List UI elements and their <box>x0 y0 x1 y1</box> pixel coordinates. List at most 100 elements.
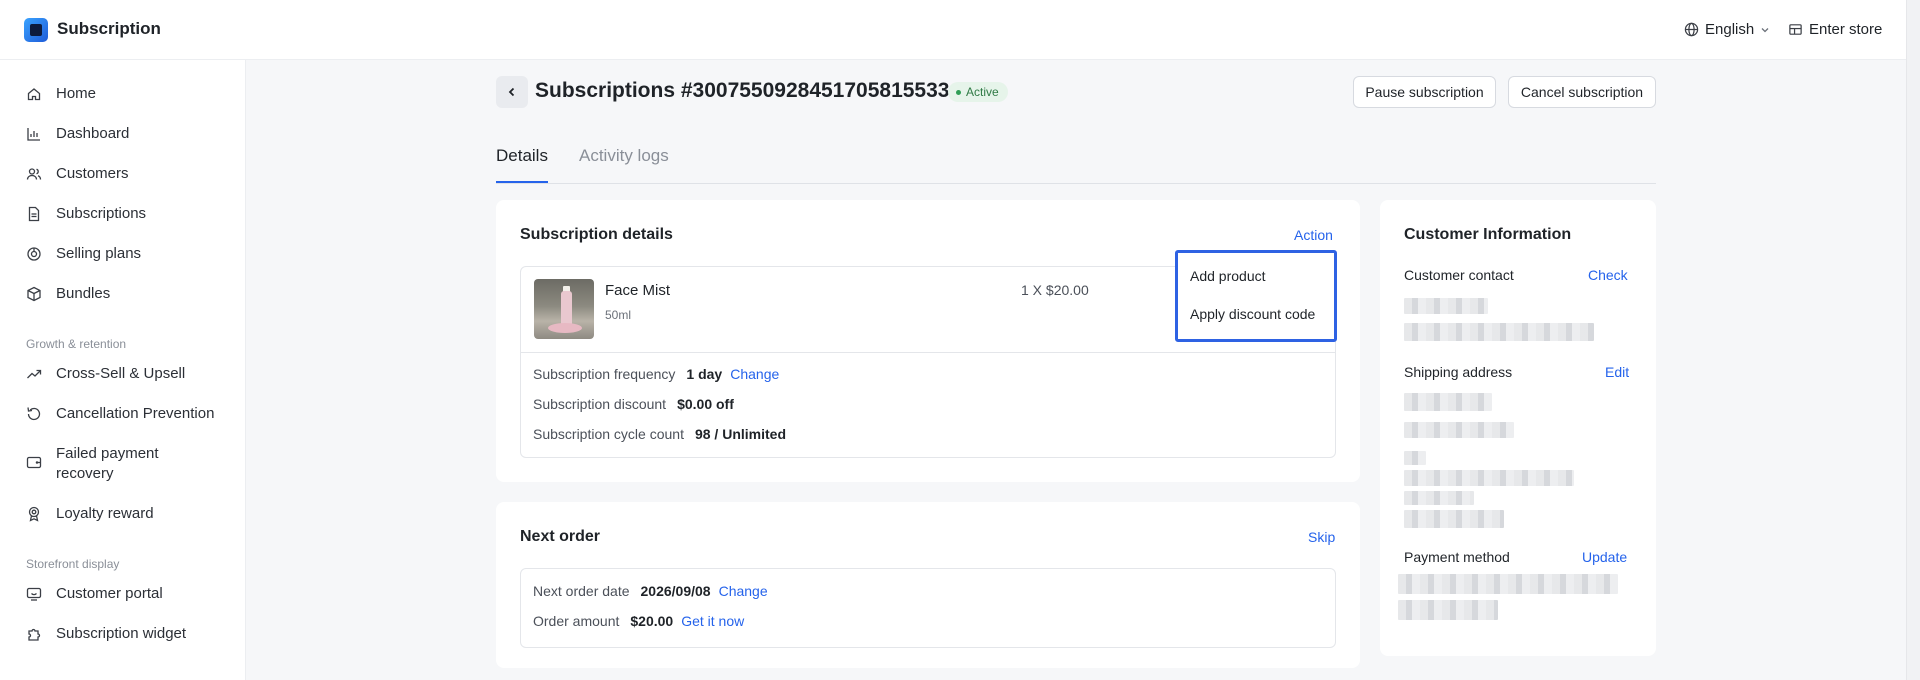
language-selector[interactable]: English <box>1684 21 1770 38</box>
action-link[interactable]: Action <box>1294 227 1333 243</box>
edit-link[interactable]: Edit <box>1605 364 1629 380</box>
divider <box>521 352 1335 353</box>
payment-method-label: Payment method <box>1404 549 1510 565</box>
status-dot <box>956 89 961 95</box>
sidebar-section-storefront: Storefront display <box>26 557 120 571</box>
document-icon <box>28 206 40 222</box>
sidebar-item-label: Customers <box>56 165 129 182</box>
next-order-date-label: Next order date <box>533 583 630 599</box>
product-image <box>534 279 594 339</box>
sidebar-item-subscription-widget[interactable]: Subscription widget <box>26 624 186 644</box>
order-amount-row: Order amount $20.00 Get it now <box>533 613 744 629</box>
menu-item-add-product[interactable]: Add product <box>1190 268 1266 284</box>
cycle-label: Subscription cycle count <box>533 426 684 442</box>
order-amount-value: $20.00 <box>630 613 674 629</box>
tab-activity-logs[interactable]: Activity logs <box>579 146 669 166</box>
chevron-down-icon <box>1761 27 1769 32</box>
redacted-address-line <box>1404 491 1474 505</box>
discount-label: Subscription discount <box>533 396 667 412</box>
sidebar-item-home[interactable]: Home <box>26 84 96 104</box>
page-title: Subscriptions #3007550928451705815533 <box>535 79 950 102</box>
back-button[interactable] <box>496 76 528 108</box>
redacted-address-line <box>1404 451 1426 465</box>
sidebar-item-label: Home <box>56 85 97 102</box>
discount-row: Subscription discount $0.00 off <box>533 396 734 412</box>
sidebar-item-label: Subscriptions <box>56 205 147 222</box>
next-order-date-row: Next order date 2026/09/08 Change <box>533 583 768 599</box>
customer-info-title: Customer Information <box>1404 226 1572 243</box>
sidebar-item-label: Loyalty reward <box>56 505 154 522</box>
product-qty-price: 1 X $20.00 <box>1021 282 1089 298</box>
sidebar-section-growth: Growth & retention <box>26 337 127 351</box>
redacted-address-line <box>1404 393 1492 411</box>
redacted-address-line <box>1404 510 1504 528</box>
sidebar-item-label: Cross-Sell & Upsell <box>56 365 186 382</box>
pause-subscription-button[interactable]: Pause subscription <box>1353 76 1496 108</box>
next-order-date-value: 2026/09/08 <box>640 583 711 599</box>
sidebar-item-label: Subscription widget <box>56 625 187 642</box>
date-change-link[interactable]: Change <box>719 583 768 599</box>
plans-icon <box>27 247 41 261</box>
sidebar-item-label: Cancellation Prevention <box>56 405 215 422</box>
redacted-payment-card <box>1398 574 1618 594</box>
box-icon <box>27 286 41 302</box>
sidebar-item-customers[interactable]: Customers <box>26 164 129 184</box>
globe-icon <box>1684 22 1699 37</box>
redacted-address-line <box>1404 470 1574 486</box>
frequency-row: Subscription frequency 1 day Change <box>533 366 779 382</box>
puzzle-icon <box>28 628 41 641</box>
page-scrollbar[interactable] <box>1906 0 1920 680</box>
check-link[interactable]: Check <box>1588 267 1628 283</box>
top-bar: Subscription English Enter store <box>0 0 1920 60</box>
sidebar-item-customer-portal[interactable]: Customer portal <box>26 584 163 604</box>
sidebar: Home Dashboard Customers Subscriptions S… <box>0 60 246 680</box>
redacted-contact-email <box>1404 323 1594 341</box>
enter-store-button[interactable]: Enter store <box>1788 21 1882 38</box>
sidebar-item-loyalty-reward[interactable]: Loyalty reward <box>26 504 154 524</box>
frequency-label: Subscription frequency <box>533 366 676 382</box>
product-name: Face Mist <box>605 282 671 299</box>
next-order-title: Next order <box>520 528 601 545</box>
refresh-icon <box>27 407 41 421</box>
frequency-change-link[interactable]: Change <box>730 366 779 382</box>
redacted-payment-expiry <box>1398 600 1498 620</box>
shipping-address-label: Shipping address <box>1404 364 1513 380</box>
sidebar-item-label: Failed payment recovery <box>56 445 159 482</box>
sidebar-item-cancellation-prevention[interactable]: Cancellation Prevention <box>26 404 214 424</box>
tab-details[interactable]: Details <box>496 146 548 183</box>
language-label: English <box>1705 21 1755 38</box>
sidebar-item-bundles[interactable]: Bundles <box>26 284 110 304</box>
status-label: Active <box>966 85 999 99</box>
sidebar-item-dashboard[interactable]: Dashboard <box>26 124 129 144</box>
trend-up-icon <box>27 369 42 379</box>
enter-store-label: Enter store <box>1809 21 1883 38</box>
cancel-subscription-button[interactable]: Cancel subscription <box>1508 76 1656 108</box>
app-title: Subscription <box>57 19 161 38</box>
action-menu: Add product Apply discount code <box>1175 250 1337 342</box>
skip-link[interactable]: Skip <box>1308 529 1335 545</box>
update-link[interactable]: Update <box>1582 549 1627 565</box>
sidebar-item-label: Selling plans <box>56 245 142 262</box>
menu-item-apply-discount-code[interactable]: Apply discount code <box>1190 306 1315 322</box>
sidebar-item-cross-sell[interactable]: Cross-Sell & Upsell <box>26 364 185 384</box>
wallet-icon <box>26 456 42 469</box>
app-logo <box>24 18 48 42</box>
sidebar-item-label: Dashboard <box>56 125 130 142</box>
sidebar-item-label: Bundles <box>56 285 111 302</box>
cycle-value: 98 / Unlimited <box>694 426 786 442</box>
sidebar-item-subscriptions[interactable]: Subscriptions <box>26 204 146 224</box>
redacted-address-line <box>1404 422 1514 438</box>
users-icon <box>26 168 42 180</box>
sidebar-item-label: Customer portal <box>56 585 163 602</box>
customer-contact-label: Customer contact <box>1404 267 1514 283</box>
sidebar-item-selling-plans[interactable]: Selling plans <box>26 244 141 264</box>
customer-information-card: Customer Information Customer contact Ch… <box>1380 200 1656 656</box>
sidebar-item-failed-payment-recovery[interactable]: Failed payment recovery <box>26 444 186 484</box>
frequency-value: 1 day <box>686 366 723 382</box>
chart-icon <box>27 128 40 141</box>
order-amount-label: Order amount <box>533 613 620 629</box>
get-it-now-link[interactable]: Get it now <box>681 613 744 629</box>
discount-value: $0.00 off <box>677 396 734 412</box>
home-icon <box>27 88 41 101</box>
chevron-left-icon <box>508 87 515 97</box>
